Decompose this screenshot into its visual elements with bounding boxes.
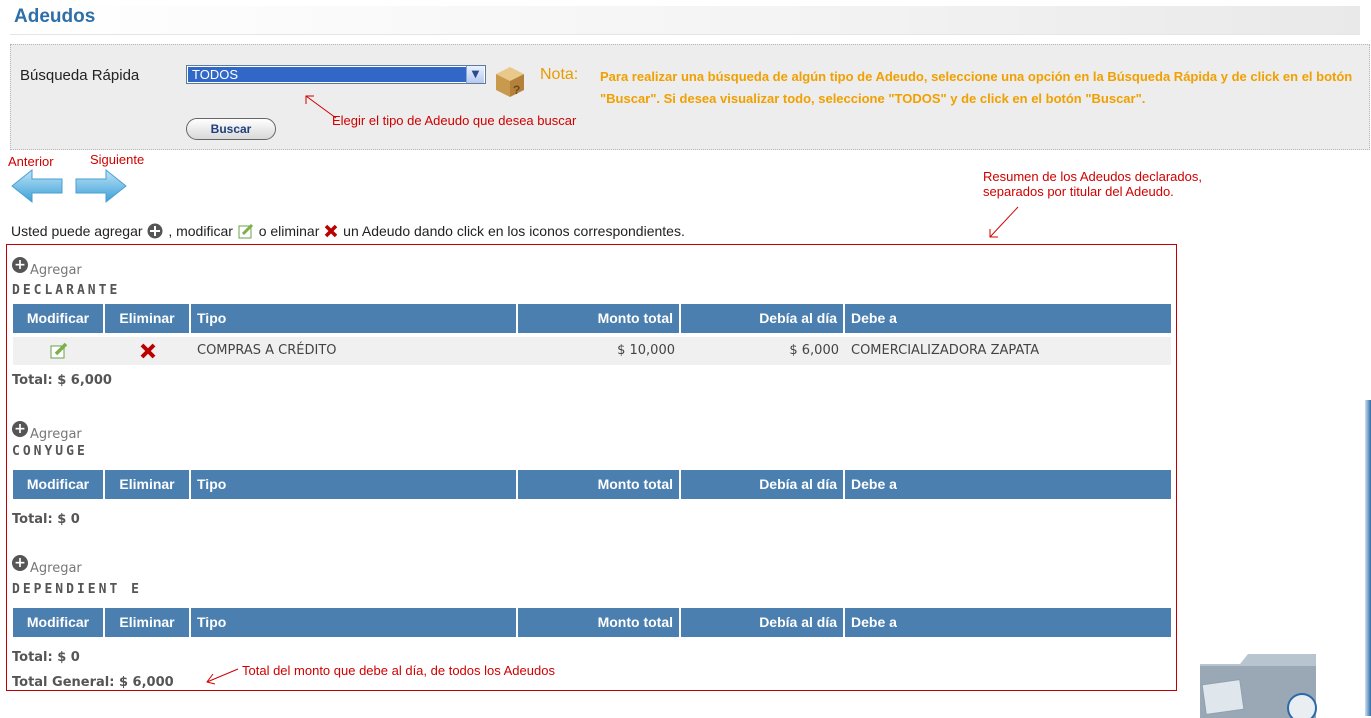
col-modificar: Modificar (13, 304, 105, 333)
intro-part: un Adeudo dando click en los iconos corr… (343, 223, 685, 240)
intro-text: Usted puede agregar , modificar o elimin… (11, 222, 685, 239)
table-row: COMPRAS A CRÉDITO $ 10,000 $ 6,000 COMER… (13, 337, 1171, 365)
col-modificar: Modificar (13, 608, 105, 637)
cell-modificar (13, 337, 105, 365)
next-arrow-icon[interactable] (74, 168, 128, 204)
cell-tipo: COMPRAS A CRÉDITO (197, 343, 337, 358)
add-icon: + (12, 555, 28, 571)
col-debe-a: Debe a (851, 310, 897, 326)
page-title: Adeudos (14, 6, 96, 27)
nota-label: Nota: (540, 66, 579, 83)
col-debia: Debía al día (681, 608, 845, 637)
total-dependiente: Total: $ 0 (12, 650, 80, 665)
intro-part: Usted puede agregar (11, 223, 143, 240)
col-tipo: Tipo (191, 470, 518, 499)
table-header: Modificar Eliminar Tipo Monto total Debí… (13, 470, 1171, 499)
col-tipo: Tipo (191, 304, 518, 333)
col-debia: Debía al día (681, 470, 845, 499)
buscar-button[interactable]: Buscar (186, 118, 276, 140)
hint-arrow-icon (989, 206, 1019, 238)
agregar-declarante-button[interactable]: + Agregar (12, 257, 82, 278)
cell-monto: $ 10,000 (617, 343, 675, 358)
add-icon: + (12, 257, 28, 273)
nota-text: Para realizar una búsqueda de algún tipo… (600, 69, 1353, 106)
summary-hint-1: Resumen de los Adeudos declarados, (983, 169, 1202, 184)
table-header: Modificar Eliminar Tipo Monto total Debí… (13, 304, 1171, 333)
adeudo-type-selected[interactable]: TODOS (188, 67, 466, 82)
edit-icon (238, 224, 253, 239)
agregar-dependiente-button[interactable]: + Agregar (12, 555, 82, 576)
svg-text:?: ? (513, 83, 520, 97)
col-debia: Debía al día (681, 304, 845, 333)
section-title-dependiente: DEPENDIENT E (12, 582, 142, 597)
col-modificar: Modificar (13, 470, 105, 499)
col-monto: Monto total (518, 304, 681, 333)
intro-part: o eliminar (258, 223, 320, 240)
edit-icon[interactable] (49, 342, 69, 360)
search-label: Búsqueda Rápida (20, 67, 140, 84)
cell-debe-a: COMERCIALIZADORA ZAPATA (851, 343, 1040, 358)
select-hint: Elegir el tipo de Adeudo que desea busca… (332, 113, 577, 128)
delete-icon[interactable] (140, 343, 156, 359)
intro-part: , modificar (168, 223, 233, 240)
col-tipo: Tipo (191, 608, 518, 637)
total-hint: Total del monto que debe al día, de todo… (242, 663, 555, 678)
agregar-conyuge-button[interactable]: + Agregar (12, 421, 82, 442)
chevron-down-icon[interactable]: ▼ (466, 66, 484, 83)
next-label: Siguiente (90, 152, 145, 167)
summary-hint-2: separados por titular del Adeudo. (983, 184, 1174, 199)
add-icon: + (12, 421, 28, 437)
col-monto: Monto total (518, 608, 681, 637)
col-eliminar: Eliminar (105, 470, 191, 499)
col-eliminar: Eliminar (105, 304, 191, 333)
col-monto: Monto total (518, 470, 681, 499)
section-title-conyuge: CONYUGE (12, 444, 88, 459)
add-icon (147, 223, 163, 239)
total-declarante: Total: $ 6,000 (12, 373, 112, 388)
cell-debia: $ 6,000 (789, 343, 839, 358)
folder-icon (1200, 654, 1317, 718)
prev-label: Anterior (8, 154, 54, 169)
col-debe-a: Debe a (851, 476, 897, 492)
delete-icon (325, 225, 338, 238)
section-title-declarante: DECLARANTE (12, 283, 121, 298)
title-bar (10, 6, 1360, 35)
right-edge-decoration (1365, 400, 1371, 716)
hint-arrow-icon (206, 668, 239, 685)
total-general: Total General: $ 6,000 (12, 675, 174, 690)
col-eliminar: Eliminar (105, 608, 191, 637)
cell-eliminar (105, 337, 191, 365)
help-box-icon: ? (496, 67, 524, 97)
table-header: Modificar Eliminar Tipo Monto total Debí… (13, 608, 1171, 637)
col-debe-a: Debe a (851, 614, 897, 630)
prev-arrow-icon[interactable] (10, 168, 64, 204)
total-conyuge: Total: $ 0 (12, 512, 80, 527)
